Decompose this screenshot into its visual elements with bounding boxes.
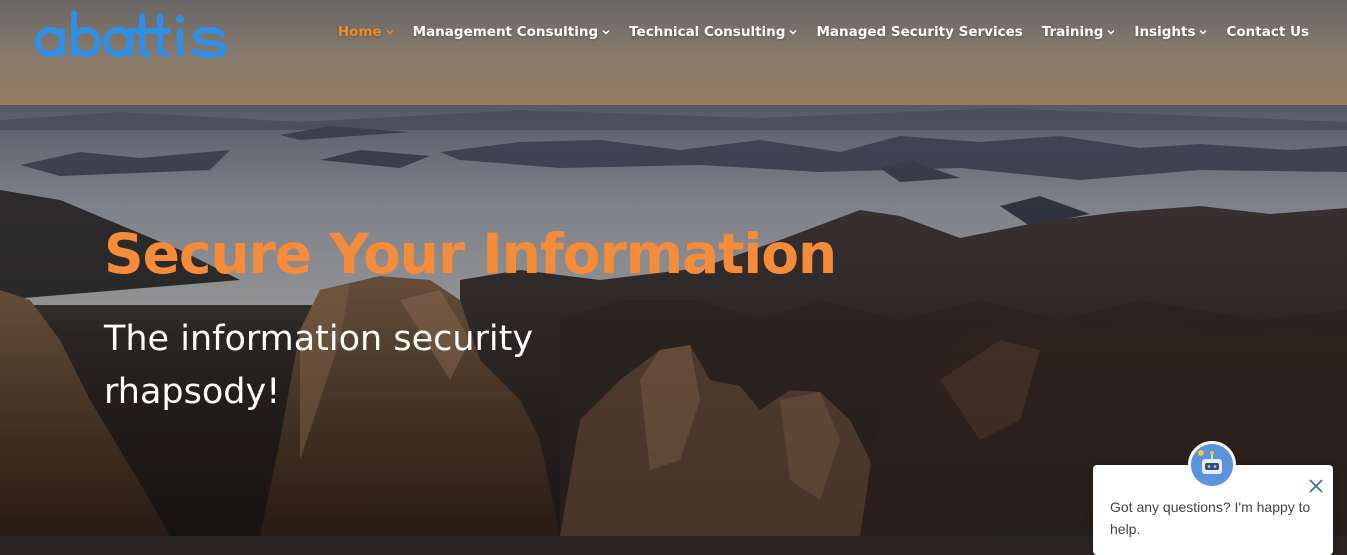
bot-avatar-icon[interactable] <box>1188 441 1236 489</box>
robot-icon <box>1191 444 1233 486</box>
abattis-logo[interactable] <box>34 6 230 64</box>
hero-headline: Secure Your Information <box>104 222 837 286</box>
nav-item-label: Insights <box>1134 24 1196 40</box>
page-bottom-strip <box>988 531 1093 536</box>
nav-item-label: Management Consulting <box>412 24 599 40</box>
chevron-down-icon <box>602 30 610 35</box>
nav-item-label: Training <box>1041 24 1104 40</box>
chat-message: Got any questions? I'm happy to help. <box>1110 499 1311 537</box>
chevron-down-icon <box>789 30 797 35</box>
chevron-down-icon <box>386 30 394 35</box>
nav-item-label: Technical Consulting <box>629 24 786 40</box>
nav-item-managed-security-services[interactable]: Managed Security Services <box>816 24 1022 40</box>
chevron-down-icon <box>1199 30 1207 35</box>
nav-item-technical-consulting[interactable]: Technical Consulting <box>629 24 797 40</box>
nav-item-label: Managed Security Services <box>816 24 1023 40</box>
nav-item-insights[interactable]: Insights <box>1134 24 1207 40</box>
logo-wordmark-icon <box>35 11 228 59</box>
nav-item-training[interactable]: Training <box>1042 24 1116 40</box>
nav-item-label: Home <box>337 24 382 40</box>
nav-item-label: Contact Us <box>1226 24 1309 40</box>
nav-item-management-consulting[interactable]: Management Consulting <box>413 24 611 40</box>
nav-item-home[interactable]: Home <box>338 24 394 40</box>
main-navigation: Home Management Consulting Technical Consu… <box>319 24 1309 40</box>
close-icon[interactable] <box>1308 478 1324 494</box>
hero-subheading: The information security rhapsody! <box>104 319 534 412</box>
chevron-down-icon <box>1107 30 1115 35</box>
nav-item-contact-us[interactable]: Contact Us <box>1226 24 1309 40</box>
